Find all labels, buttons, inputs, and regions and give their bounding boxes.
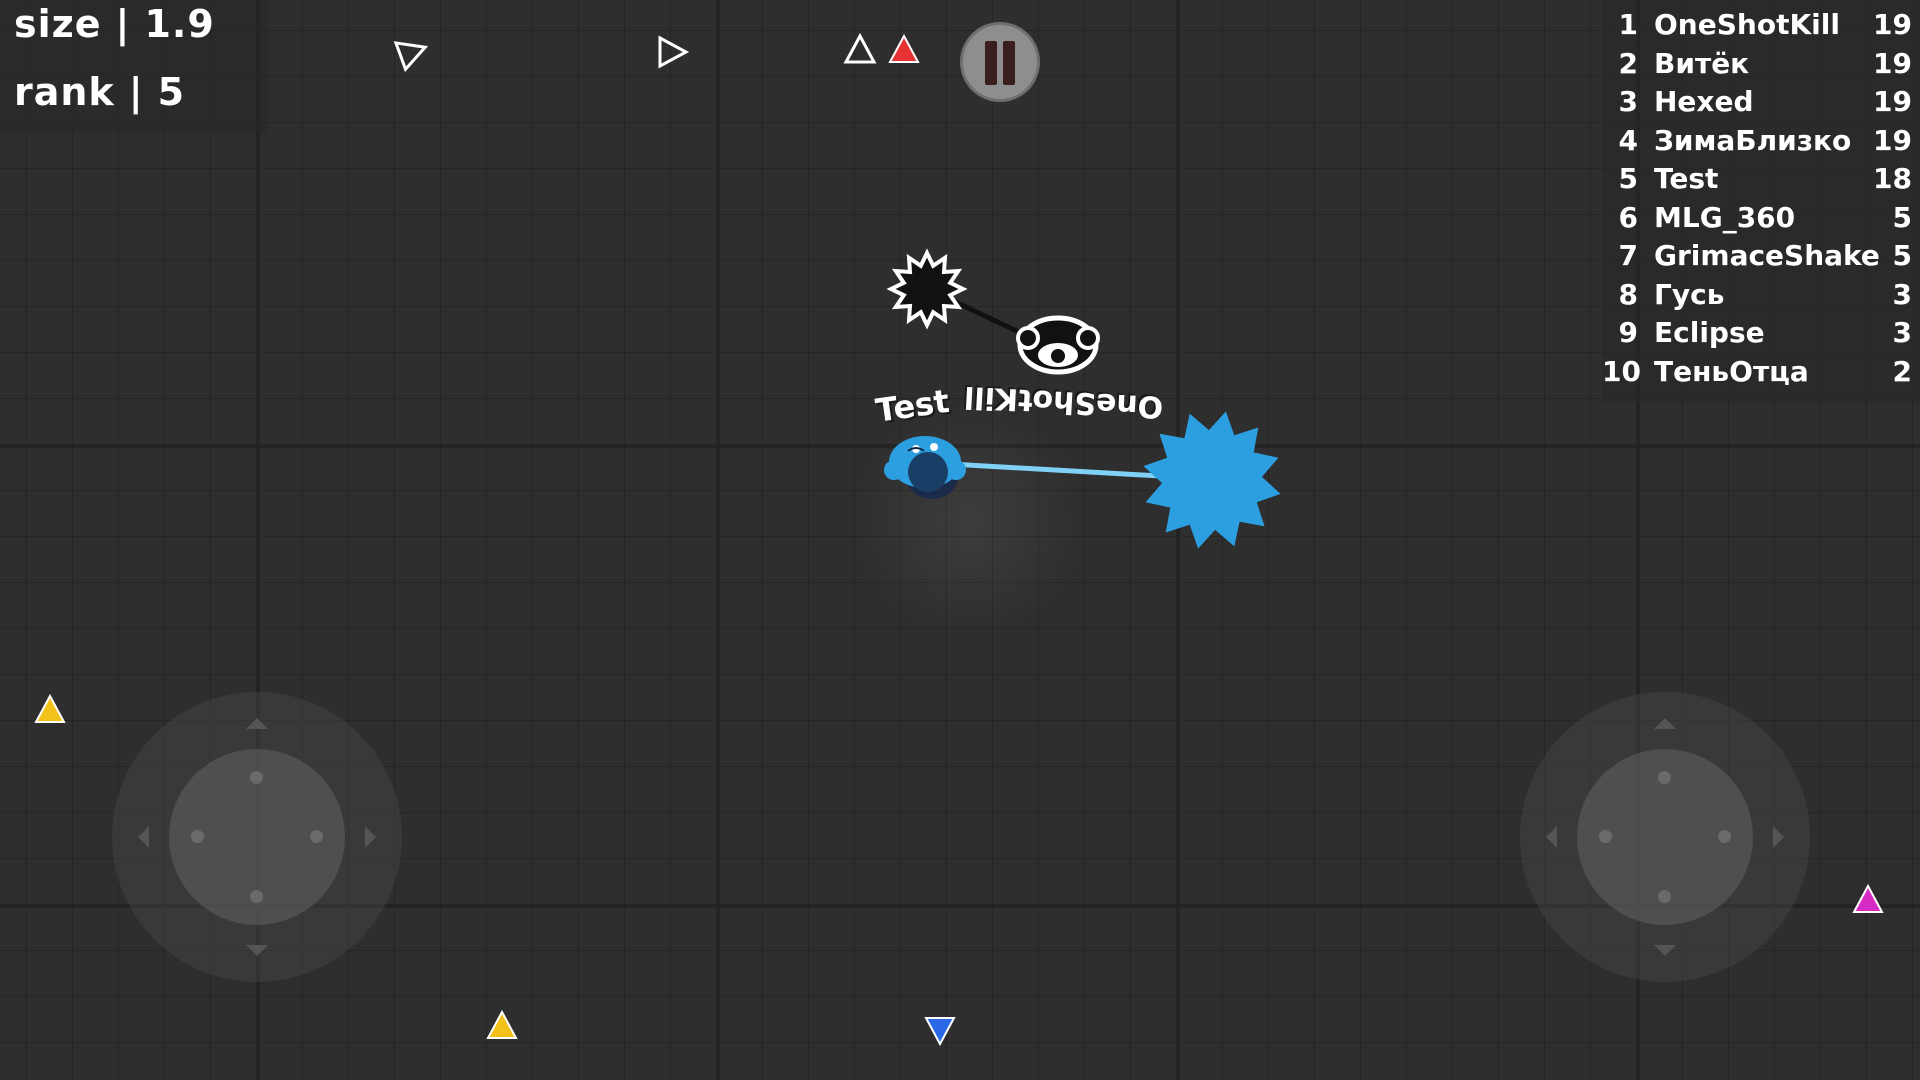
pickup-triangle-icon — [34, 693, 66, 723]
self-spiked-ball — [1143, 411, 1281, 549]
pickup-triangle-icon — [924, 1017, 956, 1047]
pickup-triangle-icon — [658, 35, 690, 69]
pickup-triangle-icon — [888, 33, 920, 63]
pickup-triangle-icon — [843, 32, 877, 64]
self-chain — [949, 461, 1161, 479]
self-player — [884, 436, 966, 499]
enemy-spiked-ball — [886, 248, 968, 330]
enemy-player — [1016, 315, 1100, 375]
game-scene — [884, 248, 1281, 549]
pickup-triangle-icon — [486, 1009, 518, 1039]
pickup-triangle-icon — [1852, 883, 1884, 913]
